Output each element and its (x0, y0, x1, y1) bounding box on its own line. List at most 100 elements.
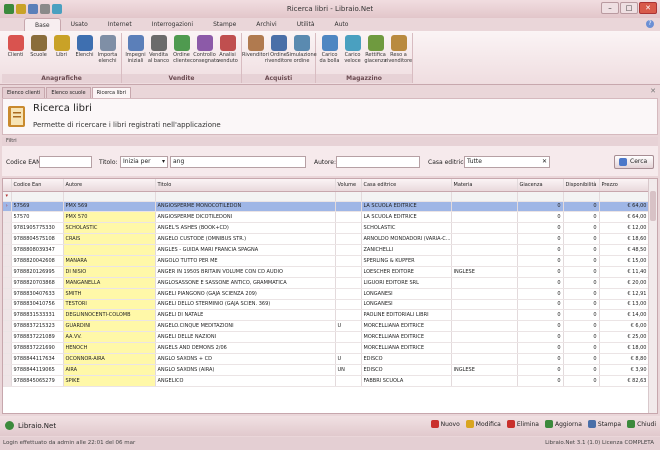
column-header-volume[interactable]: Volume (335, 179, 362, 192)
clear-icon[interactable]: ✕ (542, 157, 547, 167)
tab-base[interactable]: Base (24, 18, 61, 31)
doc-tab-elenco-clienti[interactable]: Elenco clienti (2, 87, 46, 98)
filter-cell[interactable] (563, 191, 600, 202)
column-header-disponibilita[interactable]: Disponibilità (563, 179, 600, 192)
help-icon[interactable]: ? (646, 20, 654, 28)
cell-codice-ean: 9788844117634 (11, 353, 64, 365)
table-row[interactable]: 57570 PMX 570 ANGIOSPERME DICOTILEDONI LA S… (3, 211, 650, 224)
close-window-button[interactable]: ✕ (639, 2, 657, 14)
impegni-iniziali-button[interactable]: Impegni iniziali (124, 33, 147, 74)
importa-elenchi-button[interactable]: Importa elenchi (96, 33, 119, 74)
table-row[interactable]: 9788837221089 AA.VV. ANGELI DELLE NAZIONI M… (3, 331, 650, 344)
scrollbar-thumb[interactable] (650, 191, 656, 221)
tab-usato[interactable]: Usato (61, 18, 98, 31)
column-header-titolo[interactable]: Titolo (155, 179, 336, 192)
tab-stampe[interactable]: Stampe (203, 18, 246, 31)
modifica-button[interactable]: Modifica (465, 420, 501, 428)
table-row[interactable]: › 57569 PMX 569 ANGIOSPERME MONOCOTILEDON LA… (3, 201, 650, 213)
filter-cell[interactable] (517, 191, 564, 202)
ean-input[interactable] (39, 156, 92, 168)
rivenditori-button[interactable]: Rivenditori (242, 33, 269, 74)
doc-tab-elenco-scuole[interactable]: Elenco scuole (46, 87, 91, 98)
close-document-icon[interactable]: ✕ (650, 87, 656, 95)
page-header: Ricerca libri Permette di ricercare i li… (2, 98, 658, 135)
cell-prezzo: € 8,80 (599, 353, 650, 365)
cell-volume (335, 266, 362, 278)
doc-tab-ricerca-libri[interactable]: Ricerca libri (91, 87, 132, 98)
author-input[interactable] (336, 156, 420, 168)
nuovo-button[interactable]: Nuovo (430, 420, 460, 428)
title-mode-select[interactable]: Inizia per ▾ (120, 156, 168, 168)
table-row[interactable]: 9788845065279 SPIKE ANGELICO FABBRI SCUOLA 0… (3, 375, 650, 387)
table-row[interactable]: 9781905775330 SCHOLASTIC ANGEL'S ASHES (BO… (3, 222, 650, 235)
table-row[interactable]: 9788831533331 DEGLINNOCENTI-COLOMB ANGELI … (3, 309, 650, 322)
table-row[interactable]: 9788844119065 AIRA ANGLO SAXONS (AIRA) UN ED… (3, 364, 650, 376)
row-indicator (3, 222, 12, 235)
maximize-button[interactable]: □ (620, 2, 638, 14)
filter-cell[interactable] (11, 191, 64, 202)
libri-button[interactable]: Libri (50, 33, 73, 74)
column-header-materia[interactable]: Materia (451, 179, 518, 192)
simulazione-ordine-button[interactable]: Simulazione ordine (286, 33, 317, 74)
table-row[interactable]: 9788837215323 GUARDINI ANGELO.CINQUE MEDIT… (3, 320, 650, 333)
chiudi-button[interactable]: Chiudi (627, 420, 656, 428)
row-indicator (3, 277, 12, 289)
filter-cell[interactable] (335, 191, 362, 202)
cell-volume (335, 211, 362, 224)
search-button[interactable]: Cerca (614, 155, 654, 169)
filter-cell[interactable] (155, 191, 336, 202)
rettifica-giacenza-button[interactable]: Rettifica giacenza (364, 33, 387, 74)
carico-da-bolla-button[interactable]: Carico da bolla (318, 33, 341, 74)
tab-internet[interactable]: Internet (98, 18, 142, 31)
column-header-autore[interactable]: Autore (63, 179, 156, 192)
elenchi-button[interactable]: Elenchi (73, 33, 96, 74)
title-input[interactable]: ang (170, 156, 306, 168)
table-row[interactable]: 9788844117634 OCONNOR-AIRA ANGLO SAXONS + … (3, 353, 650, 365)
column-header-casa-editrice[interactable]: Casa editrice (361, 179, 452, 192)
table-row[interactable]: 9788804575108 CRAIS ANGELO CUSTODE (OMNIBU… (3, 233, 650, 246)
tab-auto[interactable]: Auto (325, 18, 359, 31)
table-row[interactable]: 9788808039347 ANGLES - GUIDA MARI FRANCIA… (3, 244, 650, 256)
controllo-consegnato-button[interactable]: Controllo consegnato (190, 33, 219, 74)
vendita-al-banco-button[interactable]: Vendita al banco (147, 33, 170, 74)
publisher-select[interactable]: Tutte ✕ (464, 156, 550, 168)
tab-utilita[interactable]: Utilità (287, 18, 325, 31)
table-row[interactable]: 9788820042608 MANARA ANGOLO TUTTO PER ME SP… (3, 255, 650, 267)
carico-veloce-button[interactable]: Carico veloce (341, 33, 364, 74)
table-row[interactable]: 9788820703868 MANGANELLA ANGLOSASSONE E SA… (3, 277, 650, 289)
grid-filter-row[interactable]: ▾ (3, 191, 650, 202)
filter-cell[interactable] (451, 191, 518, 202)
table-row[interactable]: 9788837221690 HENOCH ANGELS AND DEMONS 2/0… (3, 342, 650, 354)
cell-prezzo: € 18,00 (599, 342, 650, 354)
clienti-button[interactable]: Clienti (4, 33, 27, 74)
tab-interrogazioni[interactable]: Interrogazioni (142, 18, 203, 31)
reso-a-rivenditore-button[interactable]: Reso a rivenditore (384, 33, 413, 74)
importa-elenchi-icon (99, 35, 116, 51)
cell-codice-ean: 9788830410756 (11, 299, 64, 311)
table-row[interactable]: 9788820126995 DI NISIO ANGER IN 1950S BRIT… (3, 266, 650, 278)
ribbon-button-label: Reso a rivenditore (384, 52, 413, 64)
table-row[interactable]: 9788830407633 SMITH ANGELI PIANGONO (GAJA … (3, 288, 650, 300)
column-header-prezzo[interactable]: Prezzo (599, 179, 650, 192)
table-row[interactable]: 9788830410756 TESTORI ANGELI DELLO STERMIN… (3, 299, 650, 311)
bottom-toolbar: Libraio.Net Nuovo Modifica Elimina Aggiorna… (0, 416, 660, 436)
vertical-scrollbar[interactable] (648, 179, 657, 413)
elimina-button[interactable]: Elimina (506, 420, 539, 428)
analisi-venduto-button[interactable]: Analisi venduto (216, 33, 239, 74)
filter-cell[interactable] (361, 191, 452, 202)
column-header-giacenza[interactable]: Giacenza (517, 179, 564, 192)
scuole-button[interactable]: Scuole (27, 33, 50, 74)
cell-giacenza: 0 (517, 320, 564, 333)
tab-archivi[interactable]: Archivi (246, 18, 286, 31)
stampa-button[interactable]: Stampa (587, 420, 621, 428)
cell-casa-editrice: PAOLINE EDITORIALI LIBRI (361, 309, 452, 322)
nuovo-icon (430, 420, 439, 428)
minimize-button[interactable]: – (601, 2, 619, 14)
aggiorna-button[interactable]: Aggiorna (544, 420, 582, 428)
cell-disponibilita: 0 (563, 353, 600, 365)
filter-cell[interactable] (599, 191, 650, 202)
filter-cell[interactable] (63, 191, 156, 202)
cell-volume (335, 277, 362, 289)
elenchi-icon (76, 35, 93, 51)
column-header-codice-ean[interactable]: Codice Ean (11, 179, 64, 192)
